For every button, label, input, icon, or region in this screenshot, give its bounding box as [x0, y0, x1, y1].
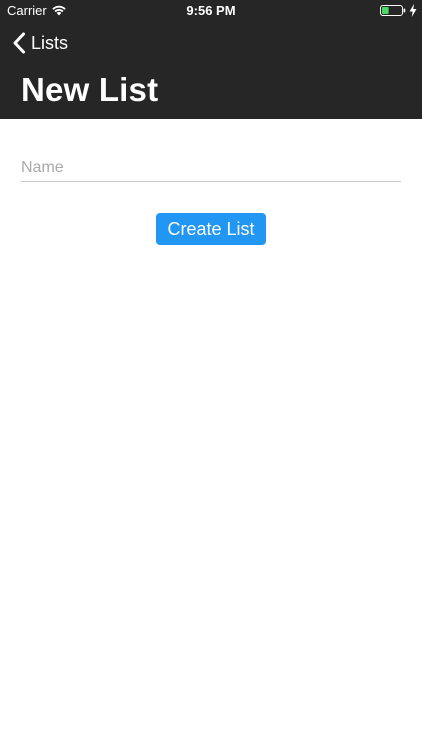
chevron-left-icon [13, 32, 25, 54]
list-name-input[interactable] [21, 155, 401, 182]
back-button[interactable]: Lists [12, 30, 68, 56]
bolt-icon [409, 4, 417, 17]
page-title: New List [21, 71, 159, 108]
create-list-button[interactable]: Create List [156, 213, 266, 245]
navigation-header: Carrier 9:56 PM Lists New List [0, 0, 422, 119]
new-list-screen: Carrier 9:56 PM Lists New List Name Crea… [0, 0, 422, 750]
status-bar: Carrier 9:56 PM [0, 0, 422, 22]
clock-time: 9:56 PM [186, 3, 236, 18]
battery-icon [380, 5, 406, 16]
back-button-label: Lists [31, 33, 69, 53]
